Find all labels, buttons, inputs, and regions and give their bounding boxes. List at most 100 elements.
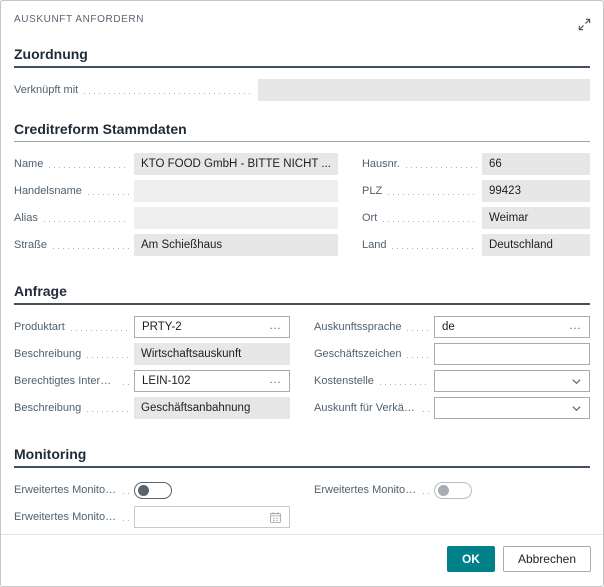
section-monitoring: Monitoring Erweitertes Monitoring Erweit… [14, 446, 590, 533]
expand-dialog-button[interactable] [574, 14, 594, 34]
field-label-group: Beschreibung [14, 348, 134, 360]
field-label: Handelsname [14, 185, 82, 197]
strasse-field: Am Schießhaus [134, 234, 338, 256]
dialog-footer: OK Abbrechen [1, 534, 603, 586]
field-row-alias: Alias [14, 207, 338, 229]
dotted-leader [49, 167, 129, 168]
toggle-knob [438, 485, 449, 496]
field-row-name: Name KTO FOOD GmbH - BITTE NICHT ... [14, 153, 338, 175]
dialog-header: AUSKUNFT ANFORDERN [14, 1, 590, 34]
chevron-down-icon[interactable] [571, 403, 582, 414]
name-field: KTO FOOD GmbH - BITTE NICHT ... [134, 153, 338, 175]
field-label: Auskunftssprache [314, 321, 401, 333]
field-value: Am Schießhaus [141, 239, 331, 251]
dotted-leader [380, 384, 429, 385]
auskunftssprache-field[interactable]: de … [434, 316, 590, 338]
field-value: 66 [489, 158, 583, 170]
field-label: Hausnr. [362, 158, 400, 170]
field-label: Erweitertes Monitoring [14, 484, 117, 496]
toggle-wrap [434, 482, 590, 499]
field-value: LEIN-102 [142, 375, 265, 387]
geschaeftszeichen-field[interactable] [434, 343, 590, 365]
field-label-group: Kostenstelle [314, 375, 434, 387]
field-label: Geschäftszeichen [314, 348, 401, 360]
field-value: de [442, 321, 565, 333]
field-row-erweitertes-monitoring: Erweitertes Monitoring [14, 479, 290, 501]
dotted-leader [123, 384, 129, 385]
section-heading-monitoring: Monitoring [14, 446, 590, 468]
field-label-group: Beschreibung [14, 402, 134, 414]
field-label: Straße [14, 239, 47, 251]
dotted-leader [423, 493, 429, 494]
erweitertes-monitoring-toggle[interactable] [134, 482, 172, 499]
resize-diagonal-icon [577, 17, 592, 32]
field-row-verknuepft-mit: Verknüpft mit [14, 79, 590, 101]
field-label: Beschreibung [14, 402, 81, 414]
section-heading-anfrage: Anfrage [14, 283, 590, 305]
field-label-group: Alias [14, 212, 134, 224]
dotted-leader [407, 330, 429, 331]
land-field: Deutschland [482, 234, 590, 256]
field-row-strasse: Straße Am Schießhaus [14, 234, 338, 256]
field-row-handelsname: Handelsname [14, 180, 338, 202]
handelsname-field [134, 180, 338, 202]
cancel-button[interactable]: Abbrechen [503, 546, 591, 572]
field-label: Berechtigtes Interesse [14, 375, 117, 387]
kostenstelle-select[interactable] [434, 370, 590, 392]
dotted-leader [84, 93, 253, 94]
calendar-icon[interactable] [269, 511, 282, 524]
field-label: Land [362, 239, 386, 251]
verknuepft-mit-field [258, 79, 590, 101]
stammdaten-left-column: Name KTO FOOD GmbH - BITTE NICHT ... Han… [14, 153, 338, 261]
field-label-group: Land [362, 239, 482, 251]
dotted-leader [44, 221, 129, 222]
field-value: 99423 [489, 185, 583, 197]
dialog-title: AUSKUNFT ANFORDERN [14, 14, 144, 25]
field-label-group: Erweitertes Monitoring [14, 484, 134, 496]
berechtigtes-interesse-field[interactable]: LEIN-102 … [134, 370, 290, 392]
field-value: Weimar [489, 212, 583, 224]
hausnr-field: 66 [482, 153, 590, 175]
dotted-leader [388, 194, 477, 195]
erweitertes-monitoring-date-field[interactable] [134, 506, 290, 528]
auskunft-fuer-verkaeufer-select[interactable] [434, 397, 590, 419]
toggle-knob [138, 485, 149, 496]
field-label: Erweitertes Monitoring ... [14, 511, 117, 523]
section-heading-zuordnung: Zuordnung [14, 46, 590, 68]
dotted-leader [383, 221, 477, 222]
ok-button[interactable]: OK [447, 546, 495, 572]
dotted-leader [87, 357, 129, 358]
field-label-group: Auskunft für Verkäufer/... [314, 402, 434, 414]
field-label: Verknüpft mit [14, 84, 78, 96]
field-label: PLZ [362, 185, 382, 197]
field-label: Kostenstelle [314, 375, 374, 387]
dotted-leader [53, 248, 129, 249]
anfrage-right-column: Auskunftssprache de … Geschäftszeichen K… [314, 316, 590, 424]
field-row-erweitertes-monitoring-2: Erweitertes Monitoring ... [314, 479, 590, 501]
dotted-leader [406, 167, 477, 168]
plz-field: 99423 [482, 180, 590, 202]
dotted-leader [88, 194, 129, 195]
chevron-down-icon[interactable] [571, 376, 582, 387]
field-row-auskunft-fuer-verkaeufer: Auskunft für Verkäufer/... [314, 397, 590, 419]
field-label: Beschreibung [14, 348, 81, 360]
field-label: Erweitertes Monitoring ... [314, 484, 417, 496]
field-value: KTO FOOD GmbH - BITTE NICHT ... [141, 158, 331, 170]
field-label-group: PLZ [362, 185, 482, 197]
field-label-group: Name [14, 158, 134, 170]
section-stammdaten: Creditreform Stammdaten Name KTO FOOD Gm… [14, 121, 590, 261]
field-label: Alias [14, 212, 38, 224]
field-value: Deutschland [489, 239, 583, 251]
dotted-leader [123, 520, 129, 521]
beschreibung-produktart-field: Wirtschaftsauskunft [134, 343, 290, 365]
field-row-auskunftssprache: Auskunftssprache de … [314, 316, 590, 338]
monitoring-left-column: Erweitertes Monitoring Erweitertes Monit… [14, 479, 290, 533]
dotted-leader [423, 411, 429, 412]
monitoring-right-column: Erweitertes Monitoring ... [314, 479, 590, 506]
field-label: Auskunft für Verkäufer/... [314, 402, 417, 414]
field-label-group: Geschäftszeichen [314, 348, 434, 360]
anfrage-left-column: Produktart PRTY-2 … Beschreibung Wirtsch… [14, 316, 290, 424]
produktart-field[interactable]: PRTY-2 … [134, 316, 290, 338]
field-value: Geschäftsanbahnung [141, 402, 283, 414]
beschreibung-interesse-field: Geschäftsanbahnung [134, 397, 290, 419]
